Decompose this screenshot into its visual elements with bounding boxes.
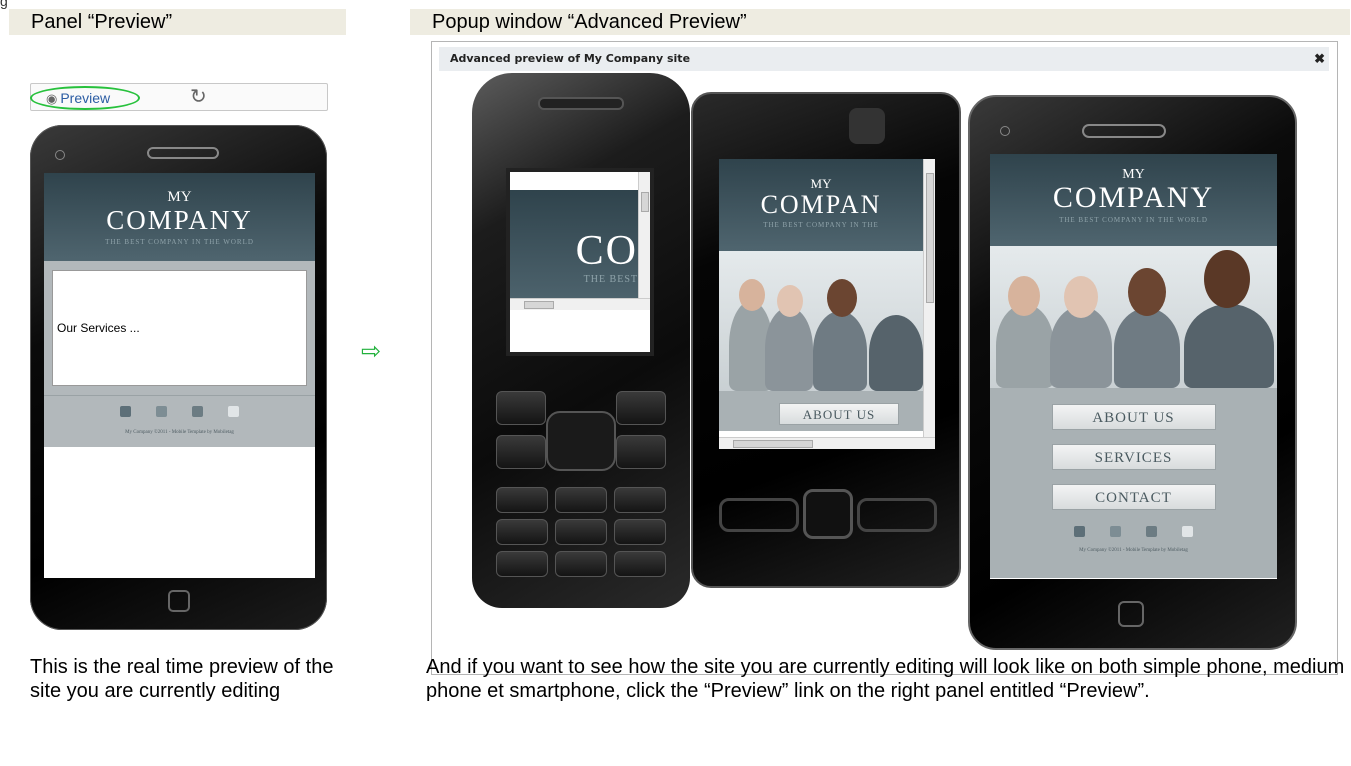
twitter-icon[interactable] [155, 406, 167, 417]
key [496, 435, 546, 469]
soft-key-right [857, 498, 937, 532]
rss-icon[interactable] [1146, 526, 1158, 537]
site-menu: ABOUT US SERVICES CONTACT My Company ©20… [990, 388, 1277, 578]
key [496, 519, 548, 545]
vertical-scrollbar[interactable] [638, 172, 650, 308]
horizontal-scrollbar[interactable] [719, 437, 935, 449]
site-logo-my: MY [1122, 167, 1145, 182]
popup-panel-header: Popup window “Advanced Preview” [410, 9, 1350, 35]
medium-phone-screen: MY COMPAN THE BEST COMPANY IN THE ABOUT … [719, 159, 935, 449]
footer-text: My Company ©2011 - Mobile Template by Mo… [1079, 548, 1188, 553]
camera-icon [849, 108, 885, 144]
key [555, 519, 607, 545]
phone-screen: MY COMPANY THE BEST COMPANY IN THE WORLD… [44, 173, 315, 578]
key [614, 519, 666, 545]
mail-icon[interactable] [1182, 526, 1194, 537]
popup-titlebar: Advanced preview of My Company site ✖ [439, 47, 1329, 71]
camera-icon [55, 150, 65, 160]
key [614, 487, 666, 513]
key [616, 435, 666, 469]
key [496, 487, 548, 513]
social-icons [44, 396, 315, 420]
popup-title: Advanced preview of My Company site [450, 52, 691, 65]
site-header: MY COMPAN THE BEST COMPANY IN THE [719, 159, 923, 251]
site-tagline: THE BEST [583, 274, 638, 285]
arrow-right-icon: ⇨ [361, 338, 382, 365]
content-box[interactable]: Our Services ... [52, 270, 307, 386]
smartphone: MY COMPANY THE BEST COMPANY IN THE WORLD… [968, 95, 1297, 650]
eye-icon: ◉ [46, 91, 58, 106]
menu-services[interactable]: SERVICES [1051, 444, 1216, 470]
site-tagline: THE BEST COMPANY IN THE [763, 221, 879, 229]
horizontal-scrollbar[interactable] [510, 298, 650, 310]
top-hint-text: g [0, 0, 8, 9]
left-panel-header: Panel “Preview” [9, 9, 346, 35]
key [496, 551, 548, 577]
team-photo [990, 246, 1277, 388]
key [555, 551, 607, 577]
simple-phone-screen: CO THE BEST [506, 168, 654, 356]
site-footer: My Company ©2011 - Mobile Template by Mo… [44, 395, 315, 447]
site-logo-company: CO [575, 228, 638, 274]
camera-icon [1000, 126, 1010, 136]
site-menu: ABOUT US [719, 391, 923, 431]
key [496, 391, 546, 425]
nav-pad [546, 411, 616, 471]
preview-phone: MY COMPANY THE BEST COMPANY IN THE WORLD… [30, 125, 327, 630]
twitter-icon[interactable] [1109, 526, 1121, 537]
keypad [496, 391, 666, 581]
key [616, 391, 666, 425]
soft-key-left [719, 498, 799, 532]
site-header: MY COMPANY THE BEST COMPANY IN THE WORLD [990, 154, 1277, 246]
site-logo-my: MY [167, 189, 192, 205]
menu-about-us[interactable]: ABOUT US [1051, 404, 1216, 430]
social-icons [990, 524, 1277, 540]
facebook-icon[interactable] [119, 406, 131, 417]
simple-phone: CO THE BEST [472, 73, 690, 608]
home-button [168, 590, 190, 612]
vertical-scrollbar[interactable] [923, 159, 935, 437]
site-logo-company: COMPAN [760, 191, 882, 219]
medium-phone: MY COMPAN THE BEST COMPANY IN THE ABOUT … [691, 92, 961, 588]
nav-pad [803, 489, 853, 539]
site-tagline: THE BEST COMPANY IN THE WORLD [1059, 216, 1208, 224]
home-button [1118, 601, 1144, 627]
key [614, 551, 666, 577]
rss-icon[interactable] [192, 406, 204, 417]
mail-icon[interactable] [228, 406, 240, 417]
site-logo-company: COMPANY [1052, 181, 1215, 214]
menu-about-us[interactable]: ABOUT US [779, 403, 899, 425]
site-logo-company: COMPANY [106, 205, 253, 235]
key [555, 487, 607, 513]
facebook-icon[interactable] [1073, 526, 1085, 537]
site-header-cropped: CO THE BEST [510, 190, 638, 308]
smartphone-screen: MY COMPANY THE BEST COMPANY IN THE WORLD… [990, 154, 1277, 579]
menu-contact[interactable]: CONTACT [1051, 484, 1216, 510]
left-caption: This is the real time preview of the sit… [30, 656, 334, 702]
close-icon[interactable]: ✖ [1314, 51, 1325, 67]
speaker-icon [1082, 124, 1166, 138]
preview-button[interactable]: ◉ Preview [30, 86, 140, 110]
footer-text: My Company ©2011 - Mobile Template by Mo… [125, 430, 234, 435]
site-header: MY COMPANY THE BEST COMPANY IN THE WORLD [44, 173, 315, 261]
speaker-icon [147, 147, 219, 159]
site-logo-my: MY [810, 176, 832, 191]
refresh-icon[interactable]: ↻ [190, 86, 207, 108]
site-tagline: THE BEST COMPANY IN THE WORLD [105, 238, 254, 246]
team-photo [719, 251, 923, 391]
earpiece-icon [538, 97, 624, 110]
preview-button-label: Preview [60, 90, 111, 106]
right-caption: And if you want to see how the site you … [426, 656, 1345, 702]
site-body: Our Services ... [44, 261, 315, 395]
